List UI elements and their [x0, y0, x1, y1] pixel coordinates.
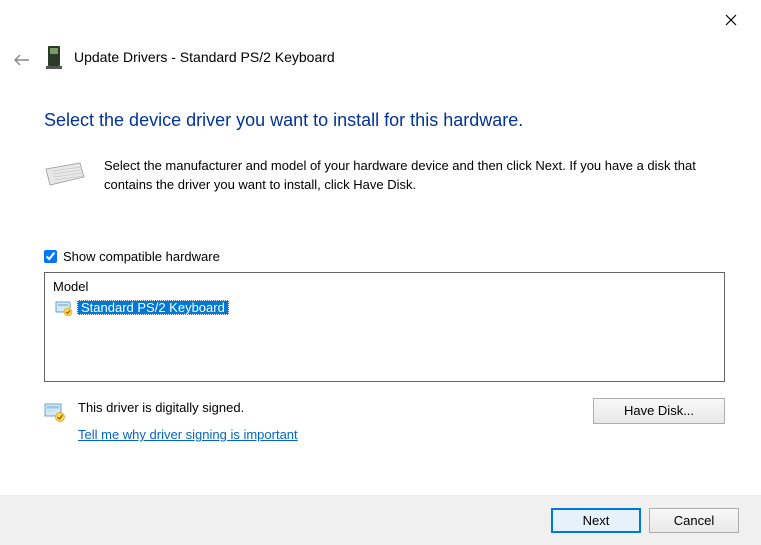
model-listbox[interactable]: Model Standard PS/2 Keyboard [44, 272, 725, 382]
instruction-text: Select the manufacturer and model of you… [104, 157, 725, 195]
certified-driver-icon [55, 300, 73, 316]
driver-signing-link[interactable]: Tell me why driver signing is important [78, 425, 298, 445]
next-button[interactable]: Next [551, 508, 641, 533]
back-arrow-icon [14, 54, 30, 66]
back-button[interactable] [10, 48, 34, 72]
instruction-row: Select the manufacturer and model of you… [44, 157, 725, 195]
page-heading: Select the device driver you want to ins… [44, 110, 725, 131]
keyboard-icon [44, 159, 86, 187]
signed-certificate-icon [44, 402, 66, 422]
have-disk-button[interactable]: Have Disk... [593, 398, 725, 424]
model-column-header: Model [47, 275, 722, 298]
device-icon [44, 44, 64, 70]
compatible-hardware-checkbox[interactable] [44, 250, 57, 263]
close-button[interactable] [719, 8, 743, 32]
model-item-label: Standard PS/2 Keyboard [77, 300, 229, 315]
cancel-button[interactable]: Cancel [649, 508, 739, 533]
window-title-row: Update Drivers - Standard PS/2 Keyboard [44, 44, 335, 70]
compatible-hardware-label: Show compatible hardware [63, 249, 220, 264]
compatible-hardware-checkbox-row: Show compatible hardware [44, 249, 725, 264]
close-icon [725, 14, 737, 26]
window-title: Update Drivers - Standard PS/2 Keyboard [74, 49, 335, 65]
model-list-item[interactable]: Standard PS/2 Keyboard [51, 298, 233, 318]
signed-status-text: This driver is digitally signed. [78, 398, 298, 418]
dialog-footer: Next Cancel [0, 495, 761, 545]
